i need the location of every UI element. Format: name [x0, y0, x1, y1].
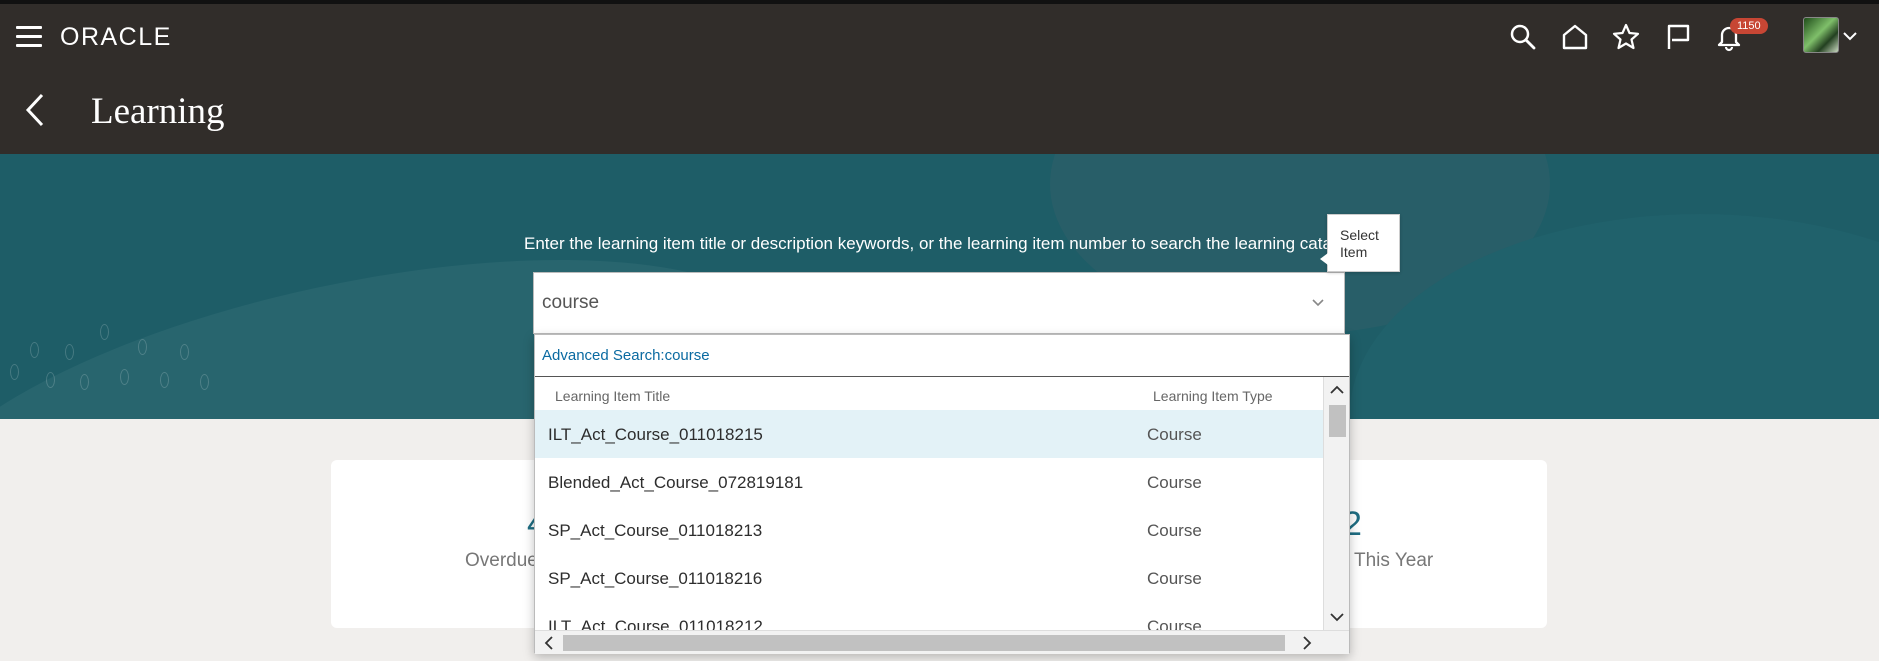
row-title: SP_Act_Course_011018216: [548, 569, 763, 588]
advanced-search-link[interactable]: Advanced Search:course: [542, 347, 710, 364]
row-type: Course: [1147, 569, 1202, 588]
select-item-tooltip: Select Item: [1320, 214, 1400, 272]
back-icon[interactable]: [22, 92, 50, 128]
scroll-thumb[interactable]: [563, 635, 1285, 651]
scroll-thumb[interactable]: [1329, 405, 1346, 437]
chevron-down-icon[interactable]: [1310, 295, 1326, 311]
table-row[interactable]: ILT_Act_Course_011018212 Course: [535, 602, 1323, 630]
row-title: ILT_Act_Course_011018215: [548, 425, 763, 444]
table-row[interactable]: Blended_Act_Course_072819181 Course: [535, 458, 1323, 506]
vertical-scrollbar[interactable]: [1323, 377, 1349, 630]
notification-badge: 1150: [1730, 18, 1768, 34]
results-list: ILT_Act_Course_011018215 Course Blended_…: [535, 410, 1323, 630]
notifications[interactable]: 1150: [1714, 18, 1768, 52]
overdue-label: Overdue: [465, 550, 538, 571]
scroll-right-icon[interactable]: [1297, 633, 1317, 653]
scroll-left-icon[interactable]: [539, 633, 559, 653]
chevron-down-icon[interactable]: [1843, 31, 1857, 41]
menu-icon[interactable]: [16, 26, 42, 48]
home-icon[interactable]: [1560, 22, 1590, 52]
this-year-label: This Year: [1354, 550, 1434, 571]
page-header: Learning: [0, 70, 1879, 154]
search-instruction: Enter the learning item title or descrip…: [524, 234, 1332, 253]
oracle-logo[interactable]: ORACLE: [60, 23, 172, 52]
flag-icon[interactable]: [1663, 22, 1693, 52]
horizontal-scrollbar[interactable]: [535, 630, 1349, 654]
learning-search-combobox[interactable]: [533, 272, 1345, 334]
scroll-down-icon[interactable]: [1327, 607, 1347, 627]
table-row[interactable]: ILT_Act_Course_011018215 Course: [535, 410, 1323, 458]
page-title: Learning: [91, 91, 225, 132]
row-type: Course: [1147, 425, 1202, 444]
row-title: Blended_Act_Course_072819181: [548, 473, 804, 492]
column-header-title: Learning Item Title: [555, 388, 671, 404]
table-row[interactable]: SP_Act_Course_011018213 Course: [535, 506, 1323, 554]
avatar[interactable]: [1803, 17, 1839, 53]
scroll-up-icon[interactable]: [1327, 380, 1347, 400]
row-type: Course: [1147, 521, 1202, 540]
search-input[interactable]: [534, 273, 1294, 333]
table-row[interactable]: SP_Act_Course_011018216 Course: [535, 554, 1323, 602]
search-results-dropdown: Advanced Search:course Learning Item Tit…: [534, 334, 1350, 654]
star-icon[interactable]: [1611, 22, 1641, 52]
row-title: SP_Act_Course_011018213: [548, 521, 763, 540]
row-title: ILT_Act_Course_011018212: [548, 617, 763, 630]
row-type: Course: [1147, 617, 1202, 630]
results-table-header: Learning Item Title Learning Item Type: [535, 377, 1323, 410]
row-type: Course: [1147, 473, 1202, 492]
global-header: ORACLE 1150: [0, 0, 1879, 70]
column-header-type: Learning Item Type: [1153, 388, 1273, 404]
search-icon[interactable]: [1508, 22, 1538, 52]
